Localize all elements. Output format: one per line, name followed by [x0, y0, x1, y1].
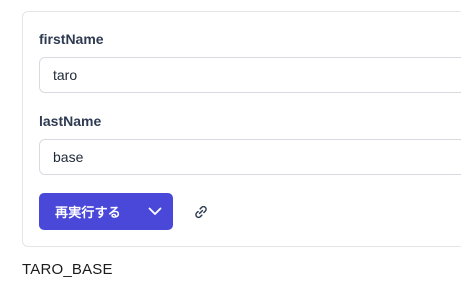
form-card: firstName lastName 再実行する: [22, 11, 461, 247]
copy-link-button[interactable]: [190, 201, 212, 223]
rerun-button[interactable]: 再実行する: [39, 193, 121, 230]
chevron-down-icon: [148, 207, 162, 215]
first-name-label: firstName: [39, 31, 104, 47]
last-name-label: lastName: [39, 113, 102, 129]
result-output: TARO_BASE: [22, 261, 113, 278]
first-name-input[interactable]: [39, 57, 461, 93]
rerun-button-group: 再実行する: [39, 193, 173, 230]
rerun-dropdown-toggle[interactable]: [137, 193, 173, 230]
last-name-input[interactable]: [39, 139, 461, 175]
link-icon: [195, 205, 207, 219]
